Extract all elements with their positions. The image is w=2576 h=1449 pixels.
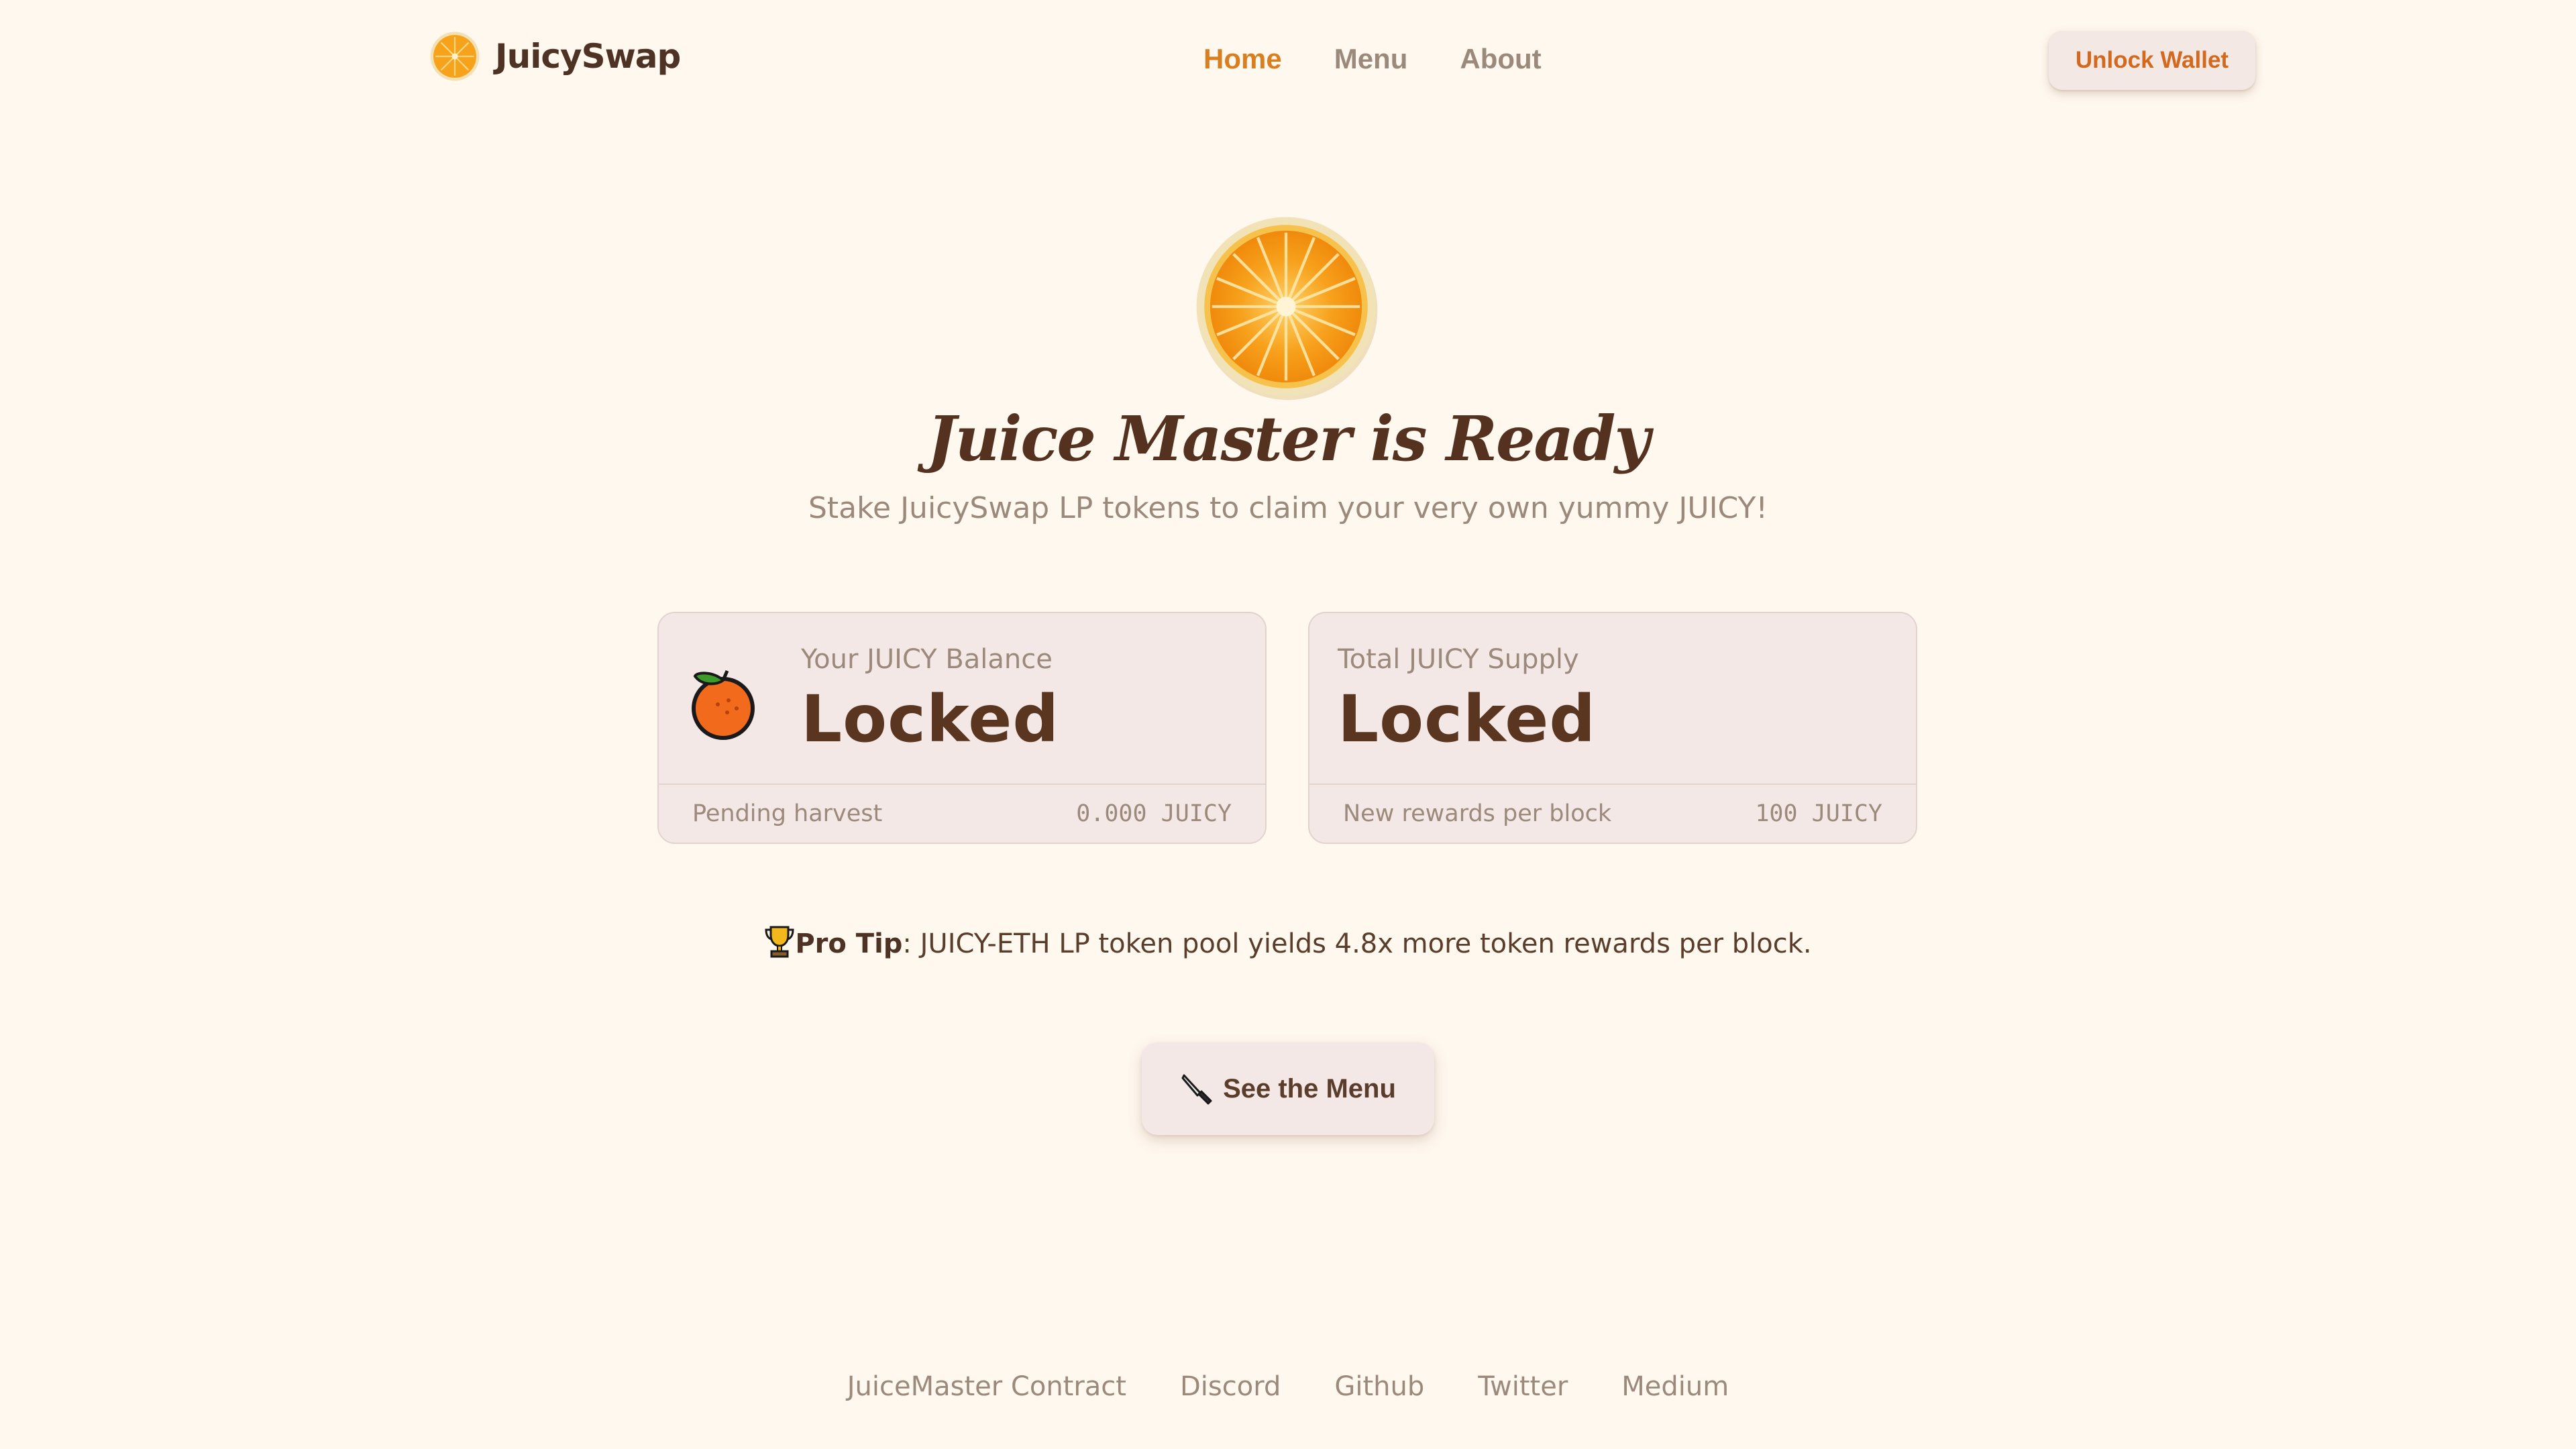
supply-label: Total JUICY Supply [1338, 644, 1579, 675]
footer-link-medium[interactable]: Medium [1621, 1371, 1729, 1402]
trophy-icon [765, 926, 794, 958]
logo-link[interactable]: JuicySwap [429, 31, 681, 82]
orange-slice-icon [430, 32, 480, 81]
supply-value: Locked [1338, 682, 1597, 757]
nav-menu[interactable]: Menu [1334, 43, 1408, 75]
nav-home[interactable]: Home [1203, 43, 1282, 75]
pending-harvest-label: Pending harvest [692, 800, 883, 827]
card-body: Your JUICY Balance Locked [659, 613, 1265, 785]
footer-link-discord[interactable]: Discord [1180, 1371, 1281, 1402]
unlock-wallet-button[interactable]: Unlock Wallet [2049, 31, 2255, 90]
footer-link-juicemaster-contract[interactable]: JuiceMaster Contract [847, 1371, 1126, 1402]
footer-link-github[interactable]: Github [1334, 1371, 1424, 1402]
juicy-supply-card: Total JUICY Supply Locked New rewards pe… [1308, 612, 1917, 844]
orange-slice-icon [1196, 217, 1378, 400]
orange-fruit-icon [692, 670, 755, 740]
footer-link-twitter[interactable]: Twitter [1478, 1371, 1568, 1402]
pro-tip: Pro Tip: JUICY-ETH LP token pool yields … [0, 924, 2576, 959]
juicy-balance-card: Your JUICY Balance Locked Pending harves… [657, 612, 1267, 844]
balance-value: Locked [801, 682, 1060, 757]
card-footer: New rewards per block 100 JUICY [1309, 784, 1916, 843]
card-footer: Pending harvest 0.000 JUICY [659, 784, 1265, 843]
rewards-per-block-value: 100 JUICY [1755, 800, 1882, 827]
logo-text: JuicySwap [495, 37, 681, 76]
knife-icon [1181, 1074, 1212, 1105]
nav-about[interactable]: About [1460, 43, 1541, 75]
pro-tip-label: Pro Tip [795, 928, 903, 959]
see-menu-label: See the Menu [1223, 1073, 1396, 1104]
hero-subtitle: Stake JuicySwap LP tokens to claim your … [808, 491, 1768, 525]
balance-label: Your JUICY Balance [801, 644, 1053, 675]
card-body: Total JUICY Supply Locked [1309, 613, 1916, 785]
hero-title: Juice Master is Ready [927, 402, 1650, 475]
pro-tip-text: : JUICY-ETH LP token pool yields 4.8x mo… [902, 928, 1812, 959]
pending-harvest-value: 0.000 JUICY [1076, 800, 1232, 827]
rewards-per-block-label: New rewards per block [1343, 800, 1612, 827]
footer-links: JuiceMaster Contract Discord Github Twit… [0, 1371, 2576, 1402]
header: JuicySwap Home Menu About Unlock Wallet [0, 0, 2576, 121]
main-nav: Home Menu About [1203, 43, 1542, 75]
see-menu-button[interactable]: See the Menu [1142, 1042, 1434, 1135]
